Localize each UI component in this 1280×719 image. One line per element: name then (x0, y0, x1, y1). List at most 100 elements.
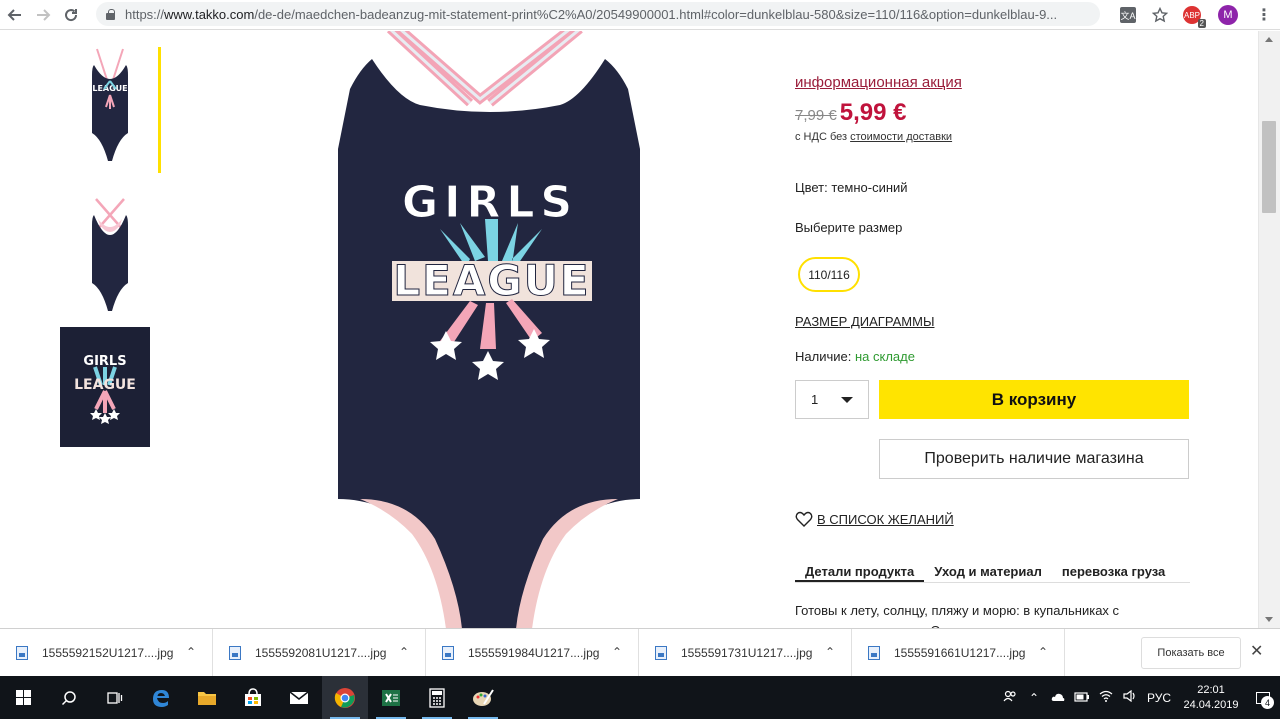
promo-link[interactable]: информационная акция (795, 74, 962, 91)
size-option-selected[interactable]: 110/116 (798, 257, 860, 292)
thumbnail-front[interactable]: LEAGUE (60, 45, 160, 165)
new-price: 5,99 € (839, 99, 907, 126)
battery-icon[interactable] (1070, 691, 1094, 705)
availability: Наличие: на складе (795, 349, 915, 364)
taskbar-excel[interactable] (368, 676, 414, 719)
task-view-button[interactable] (92, 676, 138, 719)
check-store-availability-button[interactable]: Проверить наличие магазина (879, 439, 1189, 479)
chevron-up-icon[interactable]: ⌃ (399, 645, 409, 659)
edge-icon (153, 689, 169, 707)
image-file-icon (16, 645, 28, 660)
scroll-up-icon[interactable] (1265, 37, 1273, 42)
url-prefix: https:// (125, 6, 165, 22)
clock-date: 24.04.2019 (1183, 698, 1239, 711)
image-file-icon (442, 645, 454, 660)
reload-button[interactable] (58, 2, 84, 28)
address-bar[interactable]: https://www.takko.com/de-de/maedchen-bad… (96, 2, 1100, 26)
task-view-icon (107, 691, 123, 704)
forward-button[interactable] (30, 2, 56, 28)
shipping-cost-link[interactable]: стоимости доставки (850, 131, 952, 143)
download-filename: 1555592081U1217....jpg (255, 645, 387, 660)
taskbar-paint[interactable] (460, 676, 506, 719)
taskbar-calculator[interactable] (414, 676, 460, 719)
translate-button[interactable]: 文A (1112, 0, 1144, 30)
download-filename: 1555592152U1217....jpg (42, 645, 174, 660)
download-item[interactable]: 1555591661U1217....jpg ⌃ (852, 628, 1065, 677)
thumbnail-back[interactable] (60, 195, 160, 315)
tab-care-material[interactable]: Уход и материал (924, 561, 1052, 582)
wishlist-label: В СПИСОК ЖЕЛАНИЙ (817, 511, 954, 527)
wishlist-link[interactable]: В СПИСОК ЖЕЛАНИЙ (795, 511, 954, 527)
bookmark-star-button[interactable] (1144, 0, 1176, 30)
kebab-menu-icon: ⋮ (1256, 7, 1272, 24)
chevron-up-icon[interactable]: ⌃ (1022, 691, 1046, 705)
system-tray: ⌃ РУС 22:01 24.04.2019 4 (998, 676, 1280, 719)
paint-icon (473, 688, 494, 706)
taskbar-mail[interactable] (276, 676, 322, 719)
chevron-up-icon[interactable]: ⌃ (612, 645, 622, 659)
chevron-up-icon[interactable]: ⌃ (825, 645, 835, 659)
quantity-value: 1 (811, 392, 819, 407)
calculator-icon (429, 687, 445, 708)
action-center-button[interactable]: 4 (1246, 676, 1280, 719)
excel-icon (382, 689, 400, 706)
close-icon[interactable]: ✕ (1250, 641, 1263, 661)
print-label-line1: GIRLS (83, 354, 126, 369)
price-row: 7,99 € 5,99 € (795, 99, 906, 127)
chrome-icon (334, 687, 355, 708)
wifi-icon[interactable] (1094, 690, 1118, 705)
quantity-select[interactable]: 1 (795, 380, 869, 419)
taskbar-store[interactable] (230, 676, 276, 719)
image-file-icon (229, 645, 241, 660)
store-bag-icon (245, 687, 261, 706)
download-item[interactable]: 1555592081U1217....jpg ⌃ (213, 628, 426, 677)
vat-prefix: с НДС без (795, 131, 851, 143)
size-chart-link[interactable]: РАЗМЕР ДИАГРАММЫ (795, 314, 934, 329)
windows-logo-icon (15, 690, 31, 705)
taskbar-clock[interactable]: 22:01 24.04.2019 (1176, 683, 1246, 713)
thumbnail-print-detail[interactable]: GIRLS LEAGUE (60, 327, 150, 447)
scroll-down-icon[interactable] (1265, 617, 1273, 622)
tab-product-details[interactable]: Детали продукта (795, 561, 925, 582)
download-filename: 1555591661U1217....jpg (894, 645, 1026, 660)
start-button[interactable] (0, 676, 46, 719)
page-scrollbar[interactable] (1258, 31, 1280, 628)
url-host: www.takko.com (164, 6, 255, 22)
people-icon[interactable] (998, 690, 1022, 705)
show-all-downloads-button[interactable]: Показать все (1141, 637, 1241, 669)
download-filename: 1555591731U1217....jpg (681, 645, 813, 660)
menu-button[interactable]: ⋮ (1248, 0, 1280, 30)
heart-icon (795, 511, 813, 527)
input-language[interactable]: РУС (1142, 691, 1176, 705)
back-button[interactable] (2, 2, 28, 28)
chevron-up-icon[interactable]: ⌃ (186, 645, 196, 659)
print-text-league: LEAGUE (393, 256, 590, 305)
availability-status: на складе (854, 349, 915, 364)
taskbar-chrome[interactable] (322, 676, 368, 719)
taskbar-edge[interactable] (138, 676, 184, 719)
adblock-icon: ABP 2 (1183, 6, 1206, 28)
download-item[interactable]: 1555592152U1217....jpg ⌃ (0, 628, 213, 677)
profile-button[interactable]: M (1208, 0, 1248, 30)
search-button[interactable] (46, 676, 92, 719)
downloads-bar: 1555592152U1217....jpg ⌃ 1555592081U1217… (0, 628, 1280, 677)
swimsuit-front-thumb: LEAGUE (92, 48, 128, 161)
main-product-image[interactable]: GIRLS LEAGUE (320, 31, 660, 628)
extension-button[interactable]: ABP 2 (1176, 0, 1208, 30)
tab-shipping[interactable]: перевозка груза (1052, 561, 1175, 582)
chevron-up-icon[interactable]: ⌃ (1038, 645, 1048, 659)
product-description: Готовы к лету, солнцу, пляжу и морю: в к… (795, 603, 1120, 628)
scrollbar-thumb[interactable] (1262, 121, 1276, 213)
volume-icon[interactable] (1118, 689, 1142, 705)
onedrive-icon[interactable] (1046, 691, 1070, 705)
url-path: /de-de/maedchen-badeanzug-mit-statement-… (254, 6, 1058, 22)
clock-time: 22:01 (1197, 683, 1225, 696)
image-file-icon (868, 645, 880, 660)
swimsuit-main-illustration: GIRLS LEAGUE (338, 31, 640, 628)
translate-icon: 文A (1120, 7, 1136, 23)
add-to-cart-button[interactable]: В корзину (879, 380, 1189, 419)
download-item[interactable]: 1555591731U1217....jpg ⌃ (639, 628, 852, 677)
lock-icon (106, 8, 115, 20)
download-item[interactable]: 1555591984U1217....jpg ⌃ (426, 628, 639, 677)
taskbar-file-explorer[interactable] (184, 676, 230, 719)
